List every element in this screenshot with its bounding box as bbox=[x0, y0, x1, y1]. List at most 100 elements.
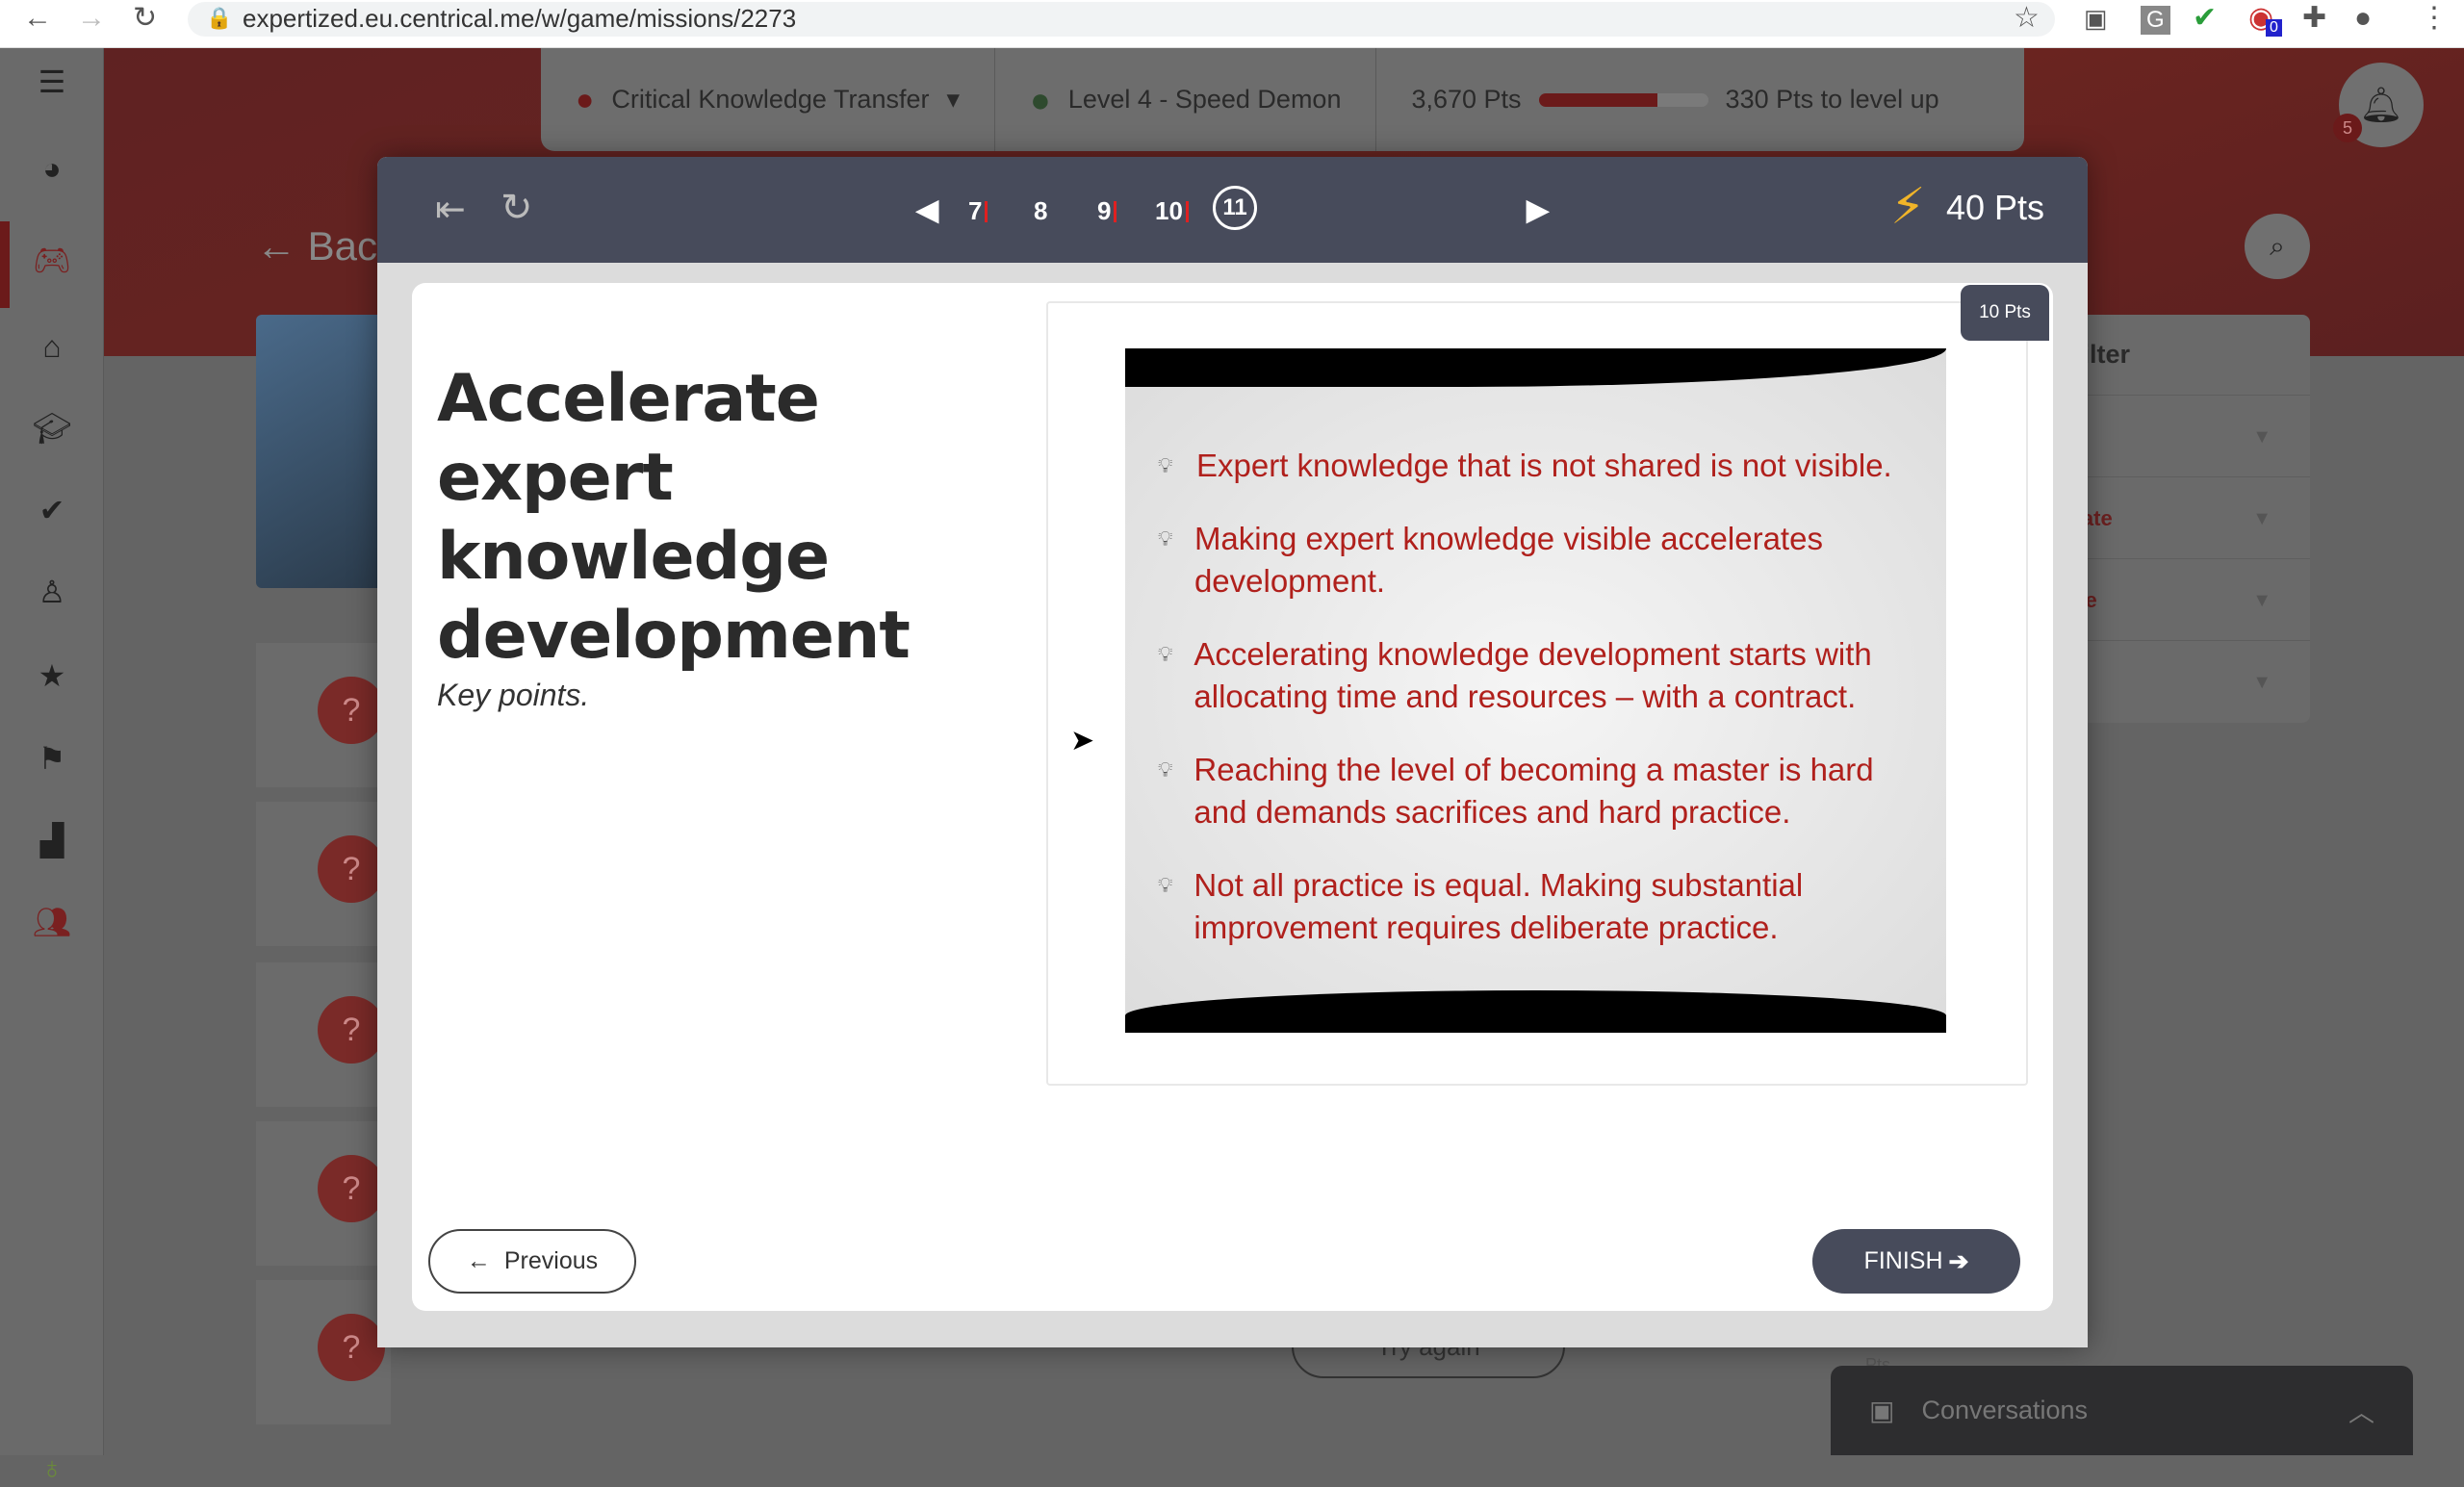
chevron-up-icon[interactable]: ︿ bbox=[2348, 1392, 2374, 1429]
restart-icon[interactable]: ↻ bbox=[500, 186, 533, 230]
slide-point: 💡︎ Reaching the level of becoming a maste… bbox=[1158, 749, 1928, 833]
prev-page-arrow[interactable]: ◀ bbox=[916, 192, 938, 230]
filter-row[interactable]: Date ▼ bbox=[2059, 476, 2310, 558]
sidebar: ☰ ◕ 🎮︎ ⌂ 🎓︎ ✔ ♙ ★ ⚑ ▟ 👥︎ ♁ bbox=[0, 48, 104, 1485]
feedback-check-icon[interactable]: ✔ bbox=[0, 491, 104, 529]
slide-point: 💡︎ Making expert knowledge visible accele… bbox=[1158, 518, 1928, 602]
back-link[interactable]: ← Back bbox=[256, 223, 398, 269]
content-card: Accelerate expert knowledge development … bbox=[412, 283, 2053, 1311]
filter-panel: Filter n▼ Date▼ ate▼ ▼ bbox=[2059, 315, 2310, 723]
slide-title: Accelerate expert knowledge development bbox=[437, 361, 911, 674]
lightbulb-icon: 💡︎ bbox=[1158, 873, 1173, 897]
arrow-right-icon: ➔ bbox=[1948, 1247, 1969, 1275]
finish-button[interactable]: FINISH ➔ bbox=[1812, 1229, 2020, 1294]
page-8[interactable]: 8 bbox=[1034, 192, 1047, 230]
check-extension-icon[interactable]: ✔ bbox=[2193, 2, 2217, 35]
incomplete-marker bbox=[985, 201, 988, 222]
page-11-current[interactable]: 11 bbox=[1213, 186, 1257, 230]
centrical-logo-icon: ♁ bbox=[40, 1450, 64, 1485]
mission-name: Critical Knowledge Transfer bbox=[611, 85, 930, 114]
slide-point-text: Accelerating knowledge development start… bbox=[1194, 636, 1872, 714]
question-icon: ? bbox=[318, 677, 385, 744]
hamburger-icon[interactable]: ☰ bbox=[0, 63, 104, 101]
incomplete-marker bbox=[1114, 201, 1117, 222]
lightning-bolt-icon: ⚡︎ bbox=[1890, 179, 1926, 235]
filter-row[interactable]: ▼ bbox=[2059, 640, 2310, 722]
filter-row[interactable]: ate▼ bbox=[2059, 558, 2310, 640]
lightbulb-icon: 💡︎ bbox=[1158, 526, 1173, 551]
mission-hero-image bbox=[256, 315, 391, 588]
mission-selector[interactable]: ● Critical Knowledge Transfer ▾ bbox=[541, 48, 996, 151]
finish-label: FINISH bbox=[1863, 1247, 1943, 1274]
next-page-arrow[interactable]: ▶ bbox=[1527, 192, 1549, 230]
modal-header: ⇤ ↻ ◀ 7 8 9 10 11 ▶ ⚡︎ 40 Pts bbox=[377, 157, 2088, 263]
points-info: 3,670 Pts 330 Pts to level up bbox=[1376, 48, 1973, 151]
filter-row[interactable]: n▼ bbox=[2059, 395, 2310, 476]
menu-kebab-icon[interactable]: ⋮ bbox=[2420, 2, 2449, 35]
slide-subtitle: Key points. bbox=[437, 678, 590, 712]
lightbulb-icon: 💡︎ bbox=[1158, 642, 1173, 666]
chevron-down-icon: ▼ bbox=[2252, 508, 2272, 529]
search-icon[interactable]: ⌕ bbox=[2245, 214, 2310, 279]
brush-border-top bbox=[1125, 348, 1946, 387]
reload-icon[interactable]: ↻ bbox=[133, 2, 157, 35]
mission-modal: ⇤ ↻ ◀ 7 8 9 10 11 ▶ ⚡︎ 40 Pts Accelerate… bbox=[377, 157, 2088, 1347]
exit-icon[interactable]: ⇤ bbox=[435, 188, 466, 231]
points-badge: 10 Pts bbox=[1961, 285, 2049, 341]
lightbulb-icon: 💡︎ bbox=[1158, 453, 1173, 477]
browser-toolbar: ← → ↻ 🔒 expertized.eu.centrical.me/w/gam… bbox=[0, 0, 2464, 48]
chevron-down-icon: ▼ bbox=[2252, 590, 2272, 611]
url-text[interactable]: expertized.eu.centrical.me/w/game/missio… bbox=[243, 2, 796, 35]
flag-icon[interactable]: ⚑ bbox=[0, 739, 104, 778]
points-value: 3,670 Pts bbox=[1411, 85, 1522, 114]
level-info: ● Level 4 - Speed Demon bbox=[995, 48, 1377, 151]
leaderboard-podium-icon[interactable]: ▟ bbox=[0, 821, 104, 859]
notification-count: 5 bbox=[2333, 114, 2362, 142]
profile-avatar[interactable]: ● bbox=[2354, 2, 2372, 35]
gamepad-icon[interactable]: 🎮︎ bbox=[0, 241, 104, 279]
page-number: 9 bbox=[1097, 196, 1112, 225]
lightbulb-icon: 💡︎ bbox=[1158, 757, 1173, 782]
slide-point: 💡︎ Expert knowledge that is not shared is… bbox=[1158, 445, 1928, 487]
level-progress-fill bbox=[1538, 92, 1657, 107]
extension-badge: 0 bbox=[2266, 19, 2282, 37]
graduation-cap-icon[interactable]: 🎓︎ bbox=[0, 409, 104, 448]
question-icon: ? bbox=[318, 835, 385, 903]
page-10[interactable]: 10 bbox=[1155, 192, 1189, 230]
chat-icon: ▣ bbox=[1869, 1396, 1895, 1425]
stats-bar: ● Critical Knowledge Transfer ▾ ● Level … bbox=[541, 48, 2024, 151]
trophy-star-icon[interactable]: ★ bbox=[0, 656, 104, 695]
chevron-down-icon: ▼ bbox=[2252, 426, 2272, 448]
microscope-icon[interactable]: ♙ bbox=[0, 573, 104, 611]
question-icon: ? bbox=[318, 996, 385, 1064]
chevron-down-icon: ▾ bbox=[946, 85, 961, 114]
brush-border-bottom bbox=[1125, 990, 1946, 1033]
previous-label: Previous bbox=[503, 1247, 599, 1274]
level-avatar: ● bbox=[1030, 79, 1051, 119]
page-number: 7 bbox=[968, 196, 983, 225]
grammarly-extension-icon[interactable]: G bbox=[2141, 6, 2170, 35]
home-icon[interactable]: ⌂ bbox=[0, 327, 104, 366]
extension-icon[interactable]: ▣ bbox=[2084, 2, 2108, 35]
previous-button[interactable]: ← Previous bbox=[428, 1229, 636, 1294]
conversations-label: Conversations bbox=[1921, 1396, 2089, 1424]
slide-point-text: Making expert knowledge visible accelera… bbox=[1194, 521, 1823, 599]
media-frame: 💡︎ Expert knowledge that is not shared is… bbox=[1046, 301, 2028, 1086]
level-name: Level 4 - Speed Demon bbox=[1067, 85, 1342, 114]
question-icon: ? bbox=[318, 1314, 385, 1381]
forward-icon[interactable]: → bbox=[77, 2, 106, 35]
incomplete-marker bbox=[1185, 201, 1189, 222]
lock-icon: 🔒 bbox=[206, 6, 233, 30]
total-points: 40 Pts bbox=[1946, 188, 2045, 227]
puzzle-icon[interactable]: ✚ bbox=[2302, 2, 2326, 35]
page-7[interactable]: 7 bbox=[968, 192, 988, 230]
level-progress-bar bbox=[1538, 92, 1708, 107]
back-icon[interactable]: ← bbox=[23, 2, 52, 35]
user-avatar[interactable]: ◕ bbox=[0, 149, 104, 188]
team-icon[interactable]: 👥︎ bbox=[0, 903, 104, 941]
page-9[interactable]: 9 bbox=[1097, 192, 1117, 230]
slide-point-text: Expert knowledge that is not shared is n… bbox=[1196, 448, 1892, 483]
bookmark-star-icon[interactable]: ☆ bbox=[2014, 2, 2040, 35]
slide-point-text: Not all practice is equal. Making substa… bbox=[1194, 867, 1804, 945]
conversations-panel[interactable]: ▣ Conversations ︿ bbox=[1831, 1366, 2413, 1455]
